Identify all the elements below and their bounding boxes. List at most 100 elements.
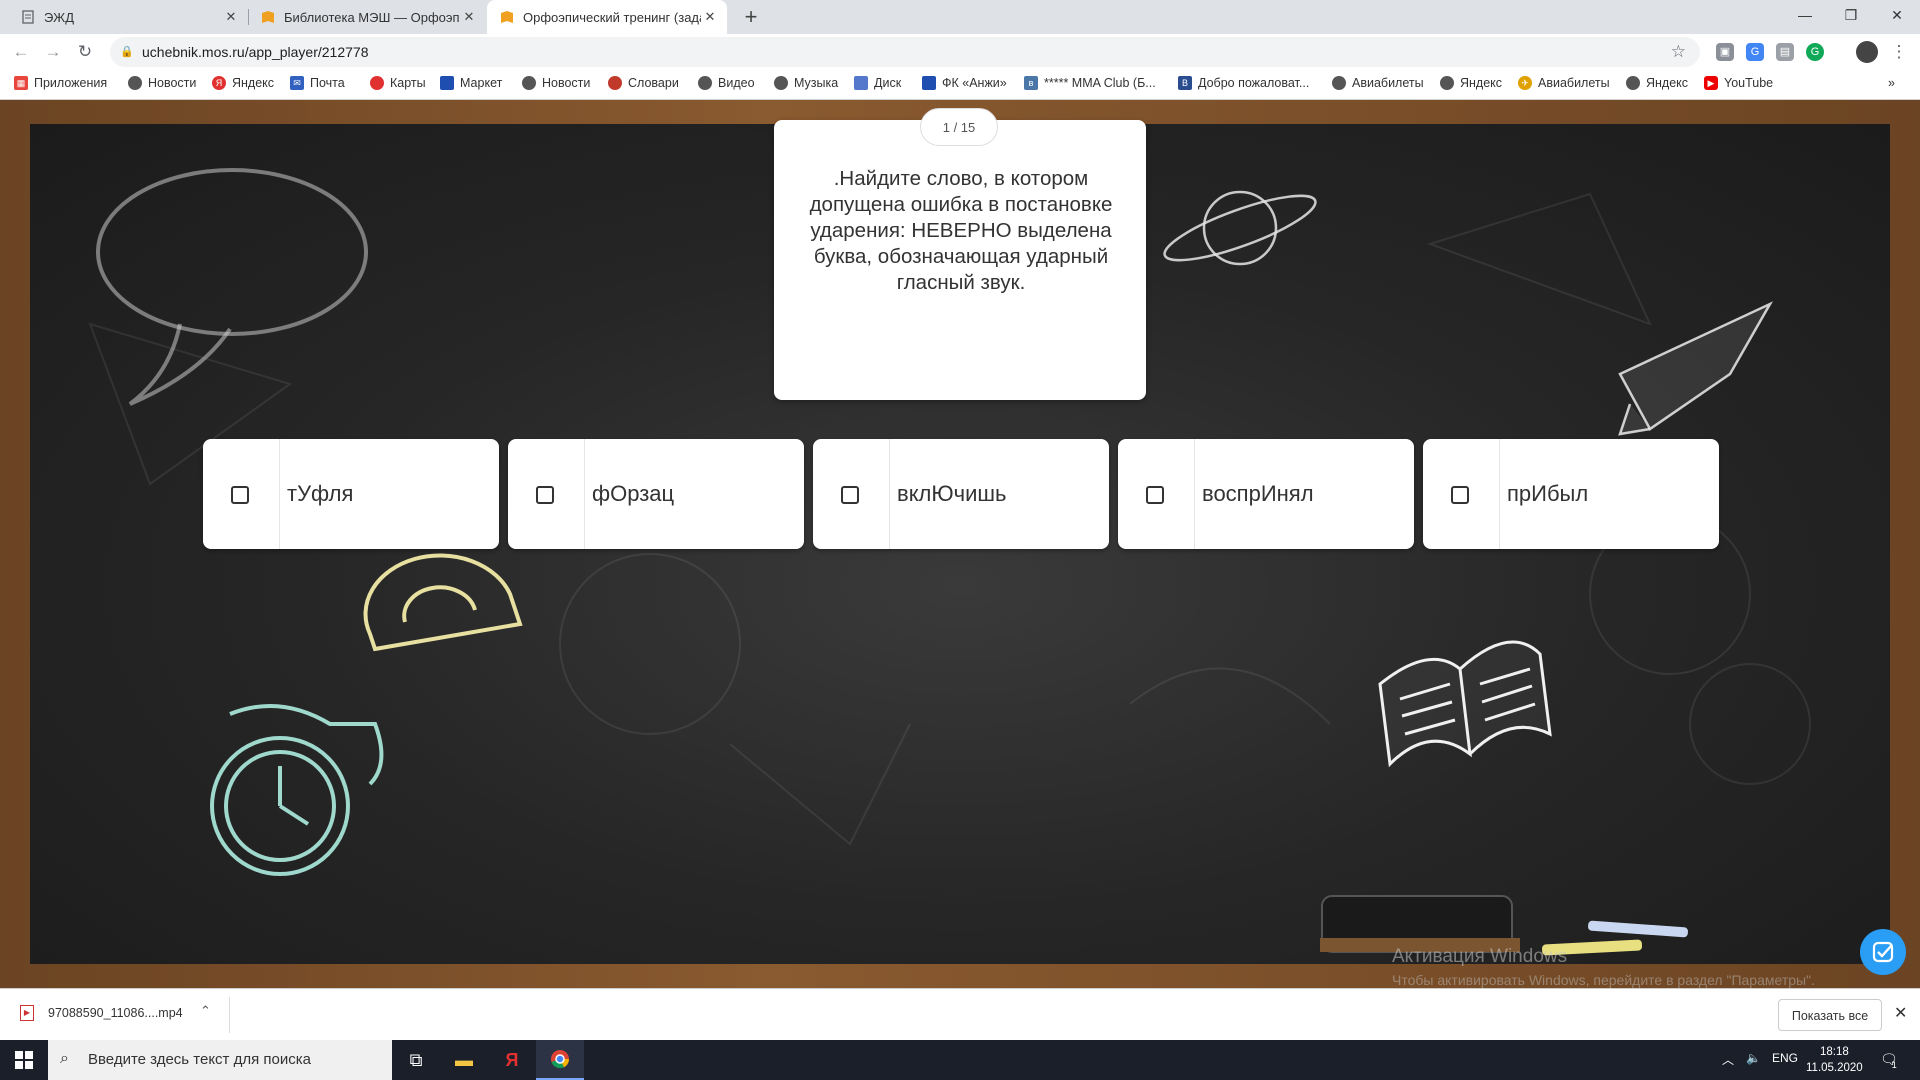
document-icon — [20, 9, 36, 25]
mesh-book-icon — [260, 9, 276, 25]
reload-button[interactable]: ↻ — [72, 40, 98, 64]
browser-toolbar: ← → ↻ 🔒 uchebnik.mos.ru/app_player/21277… — [0, 34, 1920, 70]
tab-title: Библиотека МЭШ — Орфоэпи — [284, 9, 460, 25]
question-counter: 1 / 15 — [920, 108, 998, 146]
bookmark-item[interactable]: ФК «Анжи» — [922, 76, 1007, 90]
translate-icon[interactable]: G — [1746, 43, 1764, 61]
yandex-browser-icon[interactable]: Я — [488, 1040, 536, 1080]
close-icon[interactable]: ✕ — [701, 9, 719, 25]
bookmark-item[interactable]: Я Яндекс — [212, 76, 274, 90]
address-bar[interactable]: 🔒 uchebnik.mos.ru/app_player/212778 ☆ — [110, 37, 1700, 67]
bookmark-item[interactable]: ✉ Почта — [290, 76, 345, 90]
bookmark-item[interactable]: Авиабилеты — [1332, 76, 1424, 90]
bookmark-item[interactable]: ✈ Авиабилеты — [1518, 76, 1610, 90]
answer-option[interactable]: фОрзац — [508, 439, 804, 549]
bookmark-item[interactable]: Новости — [522, 76, 590, 90]
globe-icon — [1626, 76, 1640, 90]
language-indicator[interactable]: ENG — [1772, 1051, 1798, 1065]
bookmark-item[interactable]: Диск — [854, 76, 901, 90]
file-explorer-icon[interactable]: ▬ — [440, 1040, 488, 1080]
check-answer-button[interactable] — [1860, 929, 1906, 975]
system-clock[interactable]: 18:18 11.05.2020 — [1806, 1044, 1863, 1076]
tab-orthoepic-training[interactable]: Орфоэпический тренинг (задан ✕ — [487, 0, 727, 34]
start-button[interactable] — [0, 1040, 48, 1080]
forward-button[interactable]: → — [40, 40, 66, 64]
close-icon[interactable]: ✕ — [1894, 1003, 1907, 1023]
download-filename: 97088590_11086....mp4 — [48, 1006, 183, 1020]
bookmark-item[interactable]: B Добро пожаловат... — [1178, 76, 1309, 90]
show-all-button[interactable]: Показать все — [1778, 999, 1882, 1031]
bookmark-item[interactable]: Музыка — [774, 76, 838, 90]
youtube-icon: ▶ — [1704, 76, 1718, 90]
checkbox[interactable] — [231, 486, 249, 504]
bookmark-apps[interactable]: ▦ Приложения — [14, 76, 107, 90]
question-text: .Найдите слово, в котором допущена ошибк… — [809, 167, 1113, 294]
club-icon — [922, 76, 936, 90]
b-logo-icon: B — [1178, 76, 1192, 90]
chrome-icon[interactable] — [536, 1040, 584, 1080]
notifications-icon[interactable]: 🗨1 — [1880, 1051, 1903, 1070]
downloads-bar: ▶ 97088590_11086....mp4 ⌃ Показать все ✕ — [0, 988, 1920, 1041]
apps-grid-icon: ▦ — [14, 76, 28, 90]
checkbox[interactable] — [1451, 486, 1469, 504]
answer-option[interactable]: тУфля — [203, 439, 499, 549]
tray-chevron-icon[interactable]: ︿ — [1722, 1051, 1734, 1068]
globe-icon — [1332, 76, 1346, 90]
checkbox-area — [813, 439, 890, 549]
tab-mesh-library[interactable]: Библиотека МЭШ — Орфоэпи ✕ — [248, 0, 486, 34]
divider — [229, 997, 230, 1033]
tab-ezhd[interactable]: ЭЖД ✕ — [8, 0, 248, 34]
browser-tab-strip: ЭЖД ✕ Библиотека МЭШ — Орфоэпи ✕ Орфоэпи… — [0, 0, 1920, 34]
bookmark-item[interactable]: Карты — [370, 76, 426, 90]
answer-option[interactable]: прИбыл — [1423, 439, 1719, 549]
checkbox[interactable] — [841, 486, 859, 504]
close-window-button[interactable]: ✕ — [1874, 0, 1920, 30]
checkbox[interactable] — [536, 486, 554, 504]
bookmark-item[interactable]: Яндекс — [1626, 76, 1688, 90]
bookmark-item[interactable]: Яндекс — [1440, 76, 1502, 90]
windows-activation-text: Чтобы активировать Windows, перейдите в … — [1392, 972, 1815, 988]
close-icon[interactable]: ✕ — [222, 9, 240, 25]
globe-icon — [774, 76, 788, 90]
extension-icon[interactable]: ▤ — [1776, 43, 1794, 61]
minimize-button[interactable]: — — [1782, 0, 1828, 30]
profile-avatar[interactable] — [1856, 41, 1878, 63]
search-icon: ⌕ — [60, 1050, 69, 1067]
bookmark-item[interactable]: ▶ YouTube — [1704, 76, 1773, 90]
clock-time: 18:18 — [1819, 1046, 1849, 1058]
new-tab-button[interactable]: + — [736, 2, 766, 32]
cart-icon — [440, 76, 454, 90]
answer-option[interactable]: вклЮчишь — [813, 439, 1109, 549]
taskbar-search[interactable]: ⌕ Введите здесь текст для поиска — [48, 1040, 392, 1080]
bookmarks-overflow-button[interactable]: » — [1888, 76, 1895, 90]
download-item[interactable]: ▶ 97088590_11086....mp4 — [20, 1005, 183, 1021]
globe-icon — [1440, 76, 1454, 90]
mesh-book-icon — [499, 9, 515, 25]
video-file-icon: ▶ — [20, 1005, 34, 1021]
bookmark-item[interactable]: Маркет — [440, 76, 502, 90]
grammarly-icon[interactable]: G — [1806, 43, 1824, 61]
bookmark-item[interactable]: Видео — [698, 76, 755, 90]
extension-icon[interactable]: ▣ — [1716, 43, 1734, 61]
yandex-icon: Я — [212, 76, 226, 90]
bookmark-item[interactable]: Новости — [128, 76, 196, 90]
volume-icon[interactable]: 🔈 — [1746, 1051, 1761, 1065]
chevron-up-icon[interactable]: ⌃ — [200, 1003, 211, 1019]
back-button[interactable]: ← — [8, 40, 34, 64]
bookmark-item[interactable]: Словари — [608, 76, 679, 90]
answer-word: вклЮчишь — [897, 481, 1007, 506]
menu-icon[interactable]: ⋮ — [1886, 40, 1912, 64]
restore-button[interactable]: ❐ — [1828, 0, 1874, 30]
bookmark-item[interactable]: в ***** MMA Club (Б... — [1024, 76, 1156, 90]
windows-taskbar: ⌕ Введите здесь текст для поиска ⧉ ▬ Я ︿… — [0, 1040, 1920, 1080]
task-view-icon[interactable]: ⧉ — [392, 1040, 440, 1080]
check-icon — [1872, 941, 1894, 963]
answer-word: тУфля — [287, 481, 354, 506]
map-pin-icon — [370, 76, 384, 90]
checkbox[interactable] — [1146, 486, 1164, 504]
bookmark-star-icon[interactable]: ☆ — [1671, 42, 1686, 62]
globe-icon — [522, 76, 536, 90]
checkbox-area — [1118, 439, 1195, 549]
answer-option[interactable]: воспрИнял — [1118, 439, 1414, 549]
close-icon[interactable]: ✕ — [460, 9, 478, 25]
